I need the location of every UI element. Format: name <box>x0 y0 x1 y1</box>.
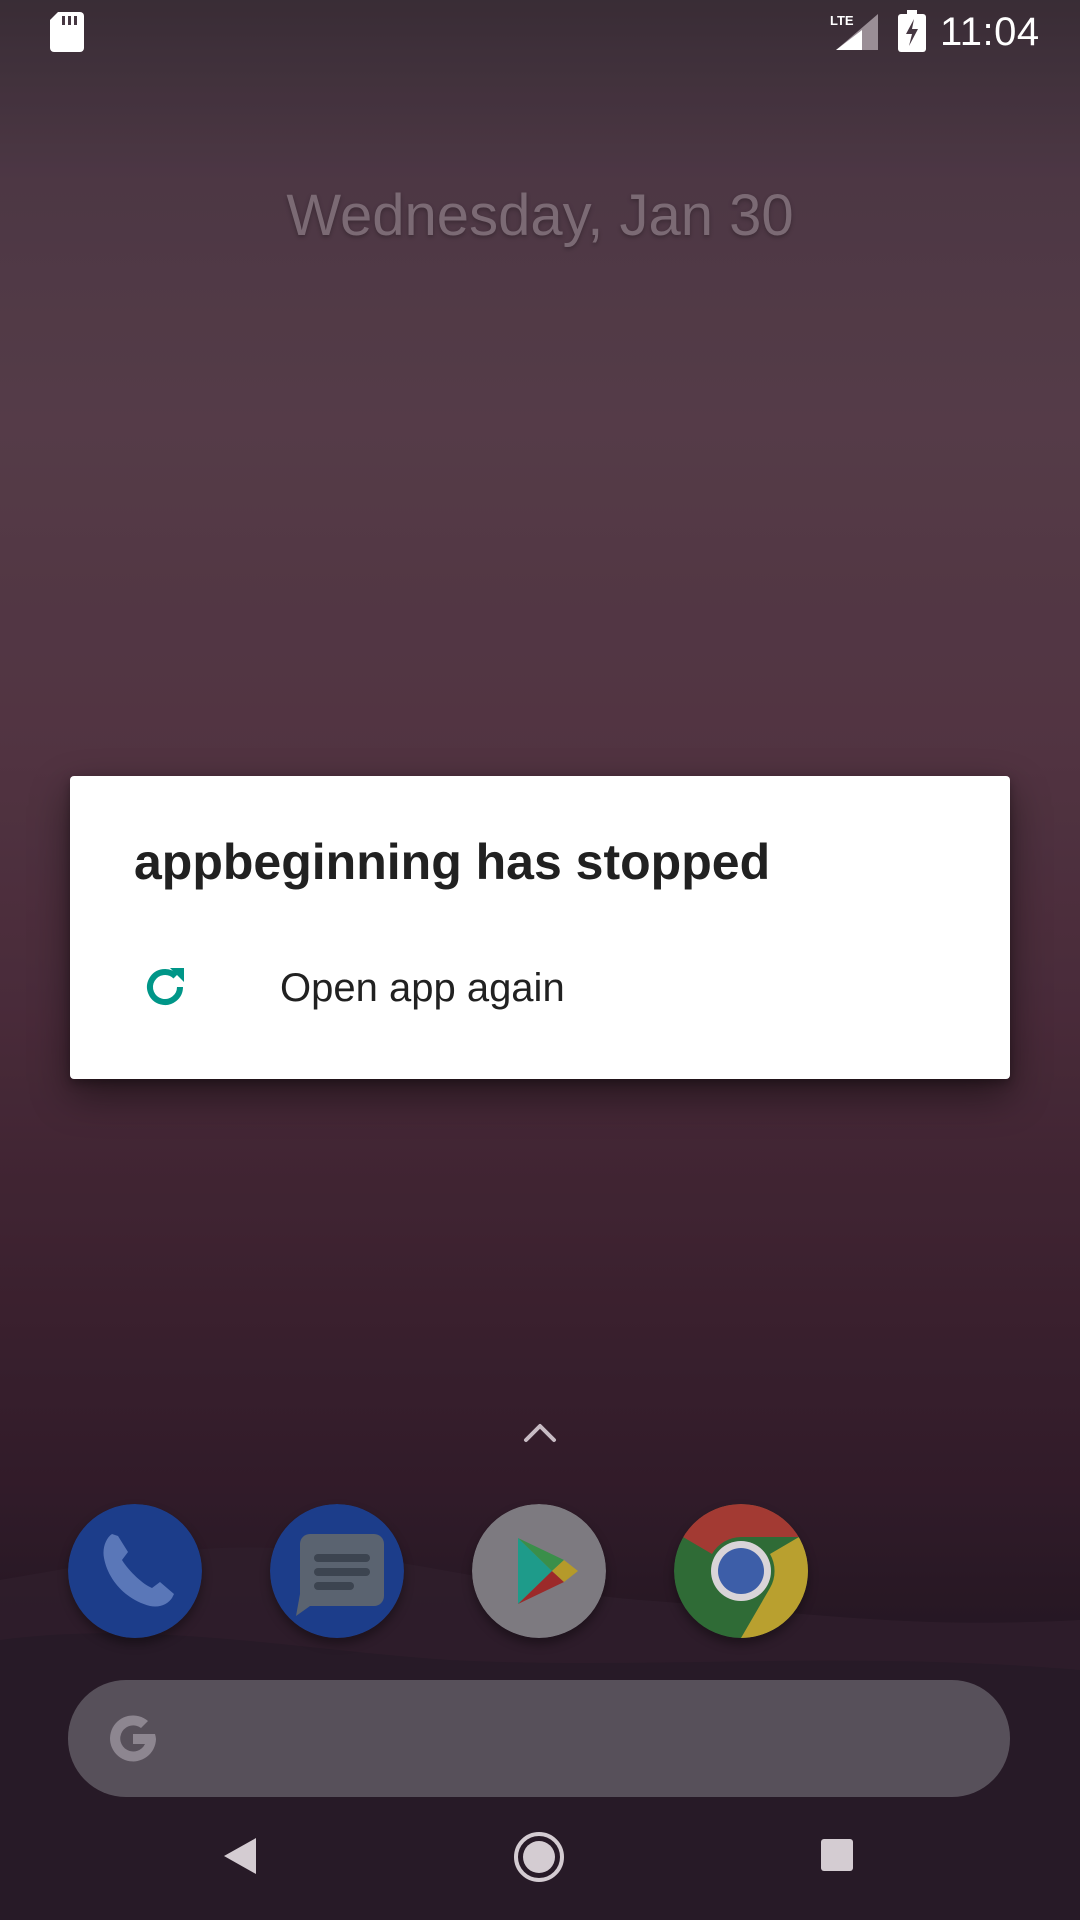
app-stopped-dialog: appbeginning has stopped Open app again <box>70 776 1010 1079</box>
home-icon[interactable] <box>512 1830 566 1884</box>
lte-signal-icon: LTE <box>830 13 878 50</box>
phone-icon <box>68 1504 202 1638</box>
navigation-bar <box>0 1800 1080 1920</box>
swipe-up-chevron-icon[interactable] <box>522 1420 558 1444</box>
play-store-icon <box>472 1504 606 1638</box>
dock-app-chrome[interactable] <box>674 1504 808 1638</box>
dock-app-phone[interactable] <box>68 1504 202 1638</box>
battery-charging-icon <box>898 10 926 52</box>
google-search-bar[interactable] <box>68 1680 1010 1797</box>
status-bar: LTE 11:04 <box>0 0 1080 64</box>
chrome-icon <box>674 1504 808 1638</box>
google-g-icon <box>110 1715 156 1762</box>
recents-icon[interactable] <box>820 1838 854 1872</box>
reload-icon <box>147 968 184 1005</box>
status-bar-clock: 11:04 <box>940 10 1040 54</box>
open-app-again-button[interactable]: Open app again <box>70 962 1010 1072</box>
home-date[interactable]: Wednesday, Jan 30 <box>0 180 1080 252</box>
back-icon[interactable] <box>222 1836 258 1876</box>
messages-icon <box>270 1504 404 1638</box>
lte-label: LTE <box>830 13 854 28</box>
dialog-title: appbeginning has stopped <box>134 834 771 890</box>
sd-card-icon <box>50 12 84 52</box>
dock-app-play-store[interactable] <box>472 1504 606 1638</box>
dock-app-messages[interactable] <box>270 1504 404 1638</box>
open-app-again-label: Open app again <box>280 966 565 1010</box>
home-screen: LTE 11:04 Wednesday, Jan 30 appbeginning… <box>0 0 1080 1920</box>
